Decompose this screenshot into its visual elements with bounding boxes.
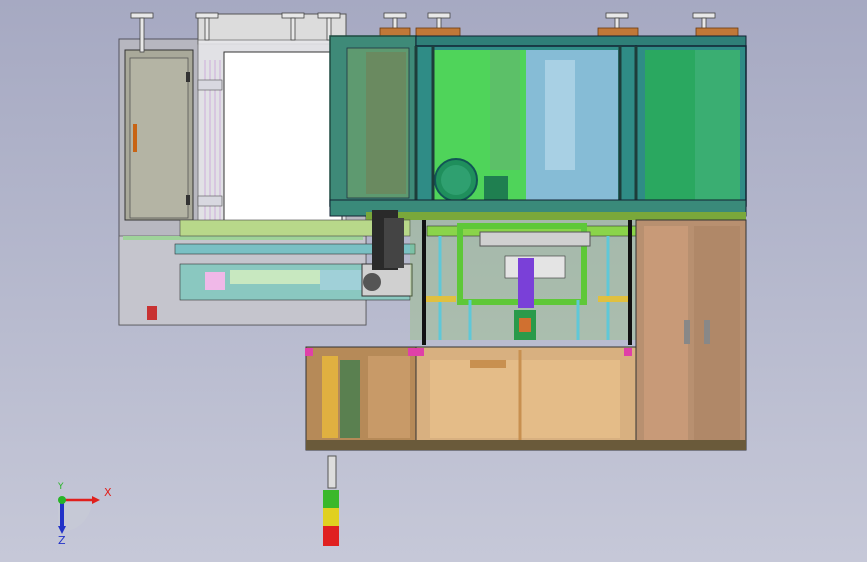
x-axis-arrowhead-icon	[92, 496, 100, 504]
upper-enclosure[interactable]	[329, 35, 747, 220]
door-handle-icon	[684, 320, 690, 344]
door-handle-icon	[704, 320, 710, 344]
door-handle-icon	[133, 124, 137, 152]
y-axis-label: Y	[58, 482, 64, 492]
y-axis-dot-icon	[58, 496, 66, 504]
coordinate-triad: X Y Z	[40, 480, 120, 550]
machine-assembly-model[interactable]	[0, 0, 867, 562]
x-axis-label: X	[104, 486, 112, 499]
cabinet-panel-white	[223, 51, 343, 223]
signal-light-green	[323, 490, 339, 508]
cad-viewport[interactable]: X Y Z	[0, 0, 867, 562]
z-axis-label: Z	[58, 534, 66, 547]
signal-light-red	[323, 526, 339, 546]
signal-light-yellow	[323, 508, 339, 526]
signal-tower[interactable]	[323, 455, 339, 546]
